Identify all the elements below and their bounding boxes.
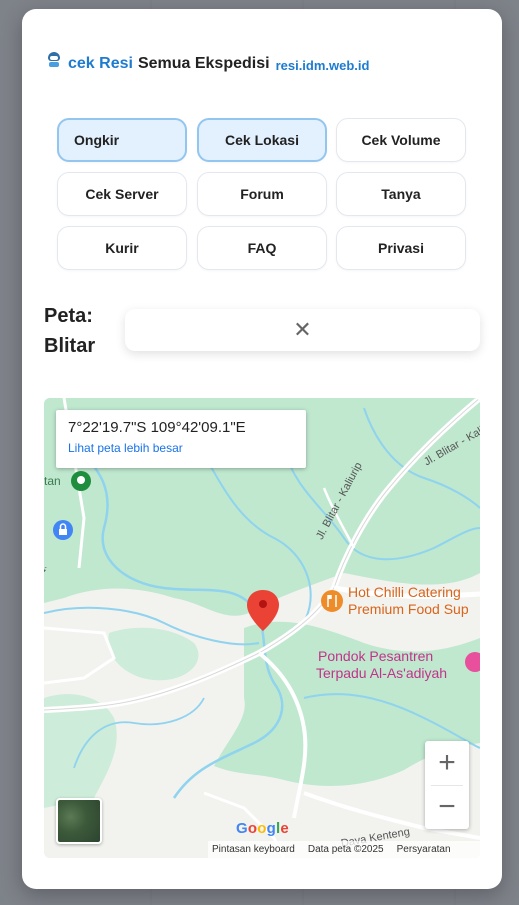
- nav-button-forum[interactable]: Forum: [197, 172, 327, 216]
- embedded-map[interactable]: Hot Chilli Catering Premium Food Sup Pon…: [44, 398, 480, 858]
- brand-name-accent: cek Resi: [68, 55, 133, 72]
- lock-marker-icon[interactable]: [53, 520, 73, 540]
- map-data-text: Data peta ©2025: [307, 844, 384, 855]
- nav-button-ongkir[interactable]: Ongkir: [57, 118, 187, 162]
- nav-button-privasi[interactable]: Privasi: [336, 226, 466, 270]
- brand-name-rest: Semua Ekspedisi: [137, 55, 270, 72]
- nav-button-label: Kurir: [105, 240, 139, 256]
- nav-button-label: Cek Lokasi: [225, 132, 299, 148]
- modal-card: cek Resi Semua Ekspedisi resi.idm.web.id…: [22, 9, 502, 889]
- nav-button-cek-volume[interactable]: Cek Volume: [336, 118, 466, 162]
- map-coordinates: 7°22'19.7"S 109°42'09.1"E: [68, 419, 246, 436]
- poi-label[interactable]: Premium Food Sup: [348, 601, 469, 617]
- nav-button-kurir[interactable]: Kurir: [57, 226, 187, 270]
- terms-link[interactable]: Persyaratan: [397, 844, 451, 855]
- nav-button-label: Privasi: [378, 240, 424, 256]
- park-marker-icon[interactable]: [71, 471, 91, 491]
- poi-label[interactable]: Terpadu Al-As'adiyah: [316, 665, 447, 681]
- map-attribution: Pintasan keyboard Data peta ©2025 Persya…: [208, 841, 480, 858]
- location-title-city: Blitar: [44, 335, 96, 357]
- nav-button-cek-lokasi[interactable]: Cek Lokasi: [197, 118, 327, 162]
- location-title: Peta: Blitar: [44, 301, 95, 361]
- zoom-controls: + −: [425, 741, 469, 829]
- google-logo: Google: [236, 820, 289, 837]
- nav-button-label: Tanya: [381, 186, 421, 202]
- brand-domain: resi.idm.web.id: [275, 57, 370, 73]
- close-icon: ✕: [293, 317, 312, 342]
- nav-button-label: Ongkir: [74, 132, 120, 148]
- nav-button-tanya[interactable]: Tanya: [336, 172, 466, 216]
- robot-logo-icon: [47, 52, 61, 68]
- nav-button-faq[interactable]: FAQ: [197, 226, 327, 270]
- zoom-divider: [431, 785, 463, 786]
- nav-button-label: Forum: [240, 186, 284, 202]
- nav-button-cek-server[interactable]: Cek Server: [57, 172, 187, 216]
- nav-button-label: Cek Server: [85, 186, 159, 202]
- keyboard-shortcuts-link[interactable]: Pintasan keyboard: [212, 844, 295, 855]
- map-info-box: 7°22'19.7"S 109°42'09.1"E Lihat peta leb…: [56, 410, 306, 468]
- zoom-out-button[interactable]: −: [425, 785, 469, 829]
- location-title-prefix: Peta:: [44, 305, 93, 327]
- poi-label[interactable]: Hot Chilli Catering: [348, 584, 461, 600]
- brand-header[interactable]: cek Resi Semua Ekspedisi resi.idm.web.id: [47, 52, 370, 73]
- restaurant-marker-icon[interactable]: [321, 590, 343, 612]
- nav-button-label: FAQ: [247, 240, 277, 256]
- larger-map-link[interactable]: Lihat peta lebih besar: [68, 441, 294, 455]
- nav-button-label: Cek Volume: [361, 132, 441, 148]
- zoom-in-button[interactable]: +: [425, 741, 469, 785]
- satellite-toggle-button[interactable]: [56, 798, 102, 844]
- poi-label[interactable]: Pondok Pesantren: [318, 648, 433, 664]
- close-button[interactable]: ✕: [125, 309, 480, 351]
- road-label: tan: [44, 474, 61, 488]
